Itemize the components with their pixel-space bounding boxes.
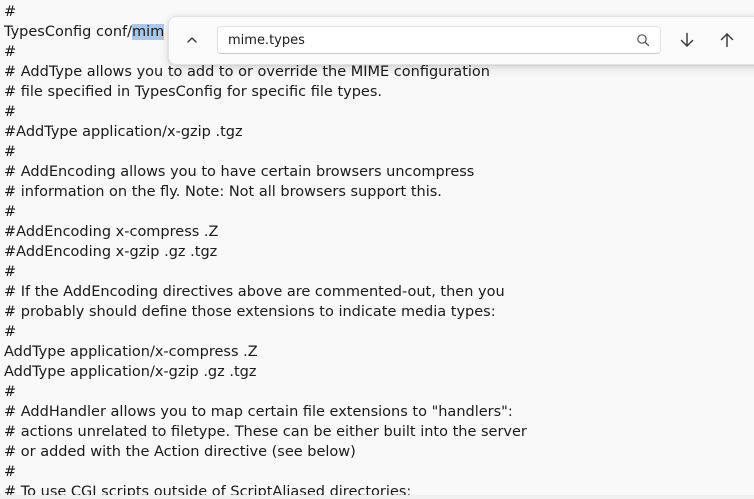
line-text: # (4, 144, 17, 160)
bottom-edge (0, 495, 754, 499)
editor-line[interactable]: AddType application/x-compress .Z (4, 342, 527, 362)
editor-line[interactable]: #AddType application/x-gzip .tgz (4, 122, 527, 142)
editor-line[interactable]: # AddEncoding allows you to have certain… (4, 162, 527, 182)
chevron-up-icon (187, 37, 197, 43)
editor-line[interactable]: # AddHandler allows you to map certain f… (4, 402, 527, 422)
line-text: # AddType allows you to add to or overri… (4, 64, 490, 80)
line-text: # file specified in TypesConfig for spec… (4, 84, 383, 100)
line-text: # (4, 324, 17, 340)
line-text: # actions unrelated to filetype. These c… (4, 424, 527, 440)
line-text: TypesConfig conf/ (4, 24, 133, 40)
line-text: # (4, 44, 17, 60)
arrow-down-icon (680, 32, 694, 47)
line-text: # AddHandler allows you to map certain f… (4, 404, 513, 420)
editor-line[interactable]: # If the AddEncoding directives above ar… (4, 282, 527, 302)
line-text: AddType application/x-gzip .gz .tgz (4, 364, 257, 380)
arrow-up-icon (720, 33, 734, 48)
editor-line[interactable]: # (4, 102, 527, 122)
editor-line[interactable]: #AddEncoding x-gzip .gz .tgz (4, 242, 527, 262)
editor-line[interactable]: # or added with the Action directive (se… (4, 442, 527, 462)
editor-line[interactable]: # (4, 322, 527, 342)
editor-line[interactable]: # AddType allows you to add to or overri… (4, 62, 527, 82)
editor-line[interactable]: # (4, 262, 527, 282)
find-bar (168, 16, 754, 65)
find-search-box[interactable] (217, 26, 661, 54)
find-next-button[interactable] (672, 25, 702, 55)
line-text: # or added with the Action directive (se… (4, 444, 356, 460)
search-icon[interactable] (636, 33, 650, 47)
find-input[interactable] (218, 27, 638, 53)
editor-line[interactable]: # information on the fly. Note: Not all … (4, 182, 527, 202)
editor-line[interactable]: # file specified in TypesConfig for spec… (4, 82, 527, 102)
line-text: #AddEncoding x-gzip .gz .tgz (4, 244, 218, 260)
editor-line[interactable]: # (4, 202, 527, 222)
text-editor[interactable]: # TypesConfig conf/mim # # AddType allows y… (0, 0, 754, 499)
editor-line[interactable]: # probably should define those extension… (4, 302, 527, 322)
editor-line[interactable]: # (4, 142, 527, 162)
editor-line[interactable]: AddType application/x-gzip .gz .tgz (4, 362, 527, 382)
line-text: # (4, 264, 17, 280)
line-text: # If the AddEncoding directives above ar… (4, 284, 505, 300)
line-text: # (4, 464, 17, 480)
find-previous-button[interactable] (712, 25, 742, 55)
line-text: #AddEncoding x-compress .Z (4, 224, 219, 240)
line-text: #AddType application/x-gzip .tgz (4, 124, 243, 140)
line-text: # AddEncoding allows you to have certain… (4, 164, 475, 180)
line-text: AddType application/x-compress .Z (4, 344, 258, 360)
editor-line[interactable]: # (4, 462, 527, 482)
editor-line[interactable]: # (4, 382, 527, 402)
line-text: # (4, 384, 17, 400)
line-text: # (4, 4, 17, 20)
toggle-replace-button[interactable] (177, 25, 207, 55)
line-text: # (4, 104, 17, 120)
editor-content[interactable]: # TypesConfig conf/mim # # AddType allows y… (4, 2, 527, 499)
editor-line[interactable]: #AddEncoding x-compress .Z (4, 222, 527, 242)
line-text: # probably should define those extension… (4, 304, 496, 320)
line-text: # (4, 204, 17, 220)
search-match-highlight: mim (132, 24, 165, 40)
line-text: # information on the fly. Note: Not all … (4, 184, 442, 200)
editor-line[interactable]: # actions unrelated to filetype. These c… (4, 422, 527, 442)
